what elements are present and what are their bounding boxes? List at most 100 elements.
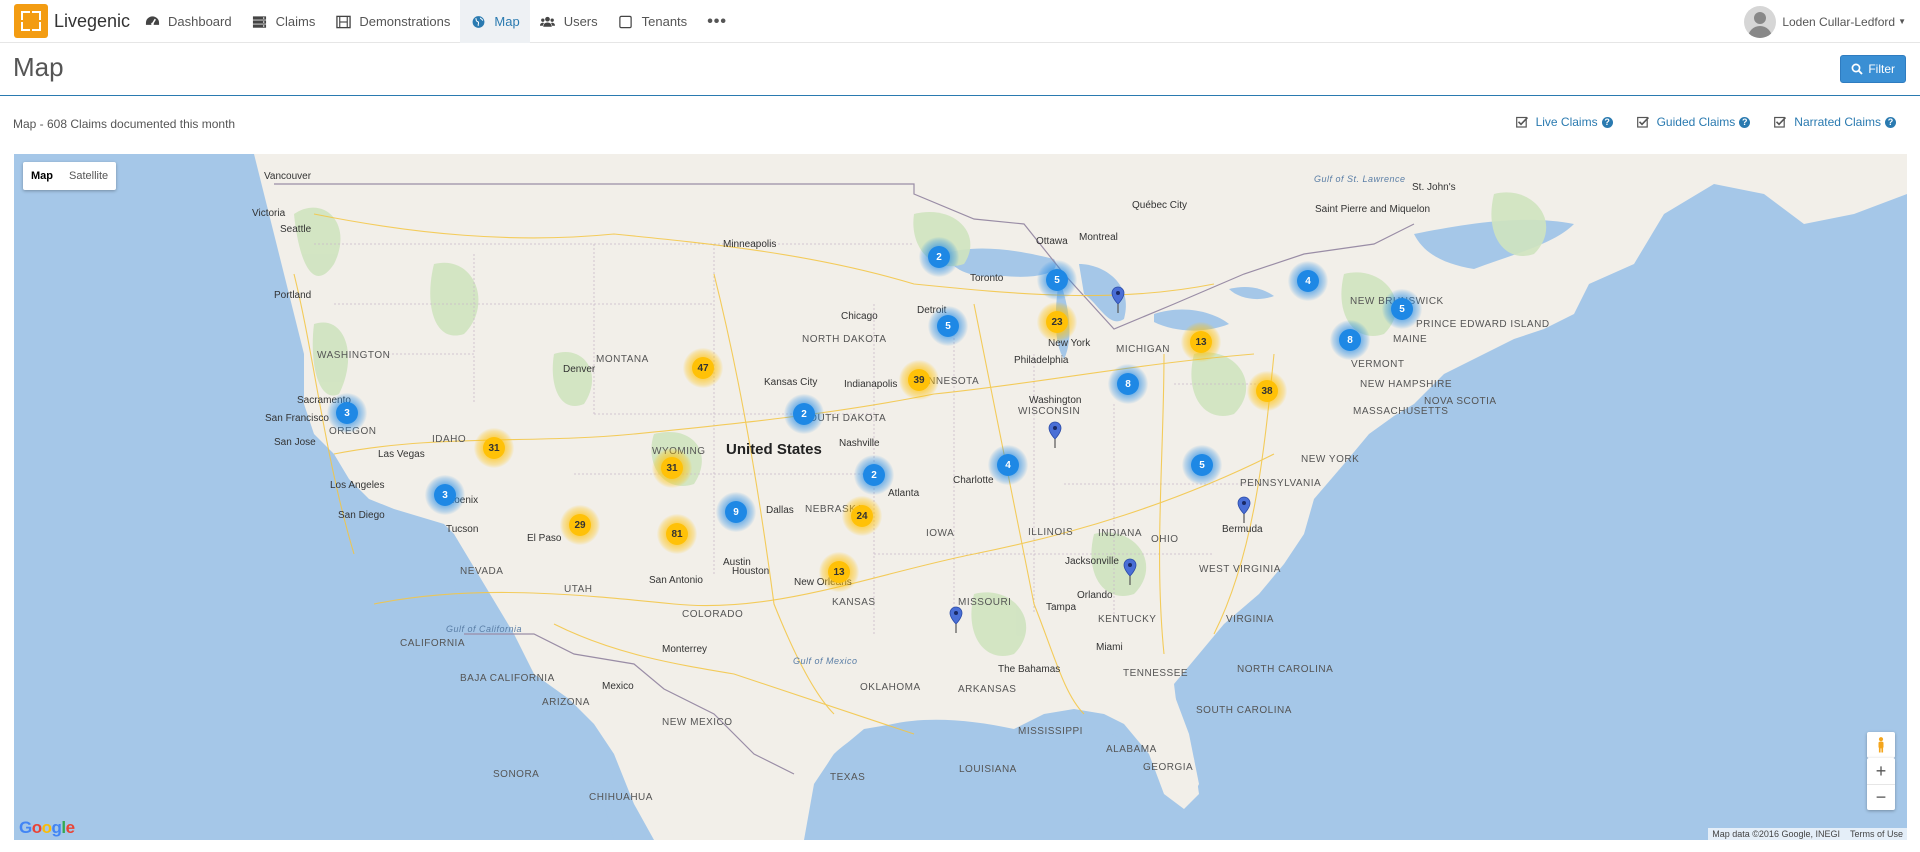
map-cluster-marker[interactable]: 9	[716, 492, 756, 532]
more-icon: •••	[707, 12, 727, 30]
map-cluster-marker[interactable]: 31	[652, 448, 692, 488]
map-water-label: Gulf of Mexico	[793, 656, 858, 666]
claims-map[interactable]: Map Satellite WASHINGTONOREGONIDAHOMONTA…	[14, 154, 1907, 840]
map-city-label: Monterrey	[662, 644, 708, 655]
map-type-control: Map Satellite	[23, 162, 117, 190]
map-data-credit: Map data ©2016 Google, INEGI	[1712, 829, 1840, 839]
map-city-label: Denver	[563, 364, 596, 375]
map-pin-icon[interactable]	[1111, 286, 1125, 314]
checkbox-checked-icon[interactable]	[1774, 116, 1787, 128]
map-cluster-marker[interactable]: 13	[819, 552, 859, 592]
map-region-label: OHIO	[1151, 534, 1179, 545]
film-icon	[335, 15, 351, 29]
map-region-label: KANSAS	[832, 597, 876, 608]
map-cluster-marker[interactable]: 29	[560, 505, 600, 545]
map-pin-icon[interactable]	[1237, 496, 1251, 524]
cluster-count: 23	[1046, 311, 1068, 333]
checkbox-checked-icon[interactable]	[1636, 116, 1649, 128]
cluster-count: 4	[997, 454, 1019, 476]
map-cluster-marker[interactable]: 23	[1037, 302, 1077, 342]
map-cluster-marker[interactable]: 13	[1181, 322, 1221, 362]
map-region-label: SOUTH CAROLINA	[1196, 705, 1292, 716]
map-city-label: Philadelphia	[1014, 355, 1069, 366]
map-cluster-marker[interactable]: 5	[1037, 260, 1077, 300]
map-pin-icon[interactable]	[1123, 558, 1137, 586]
map-region-label: VERMONT	[1351, 359, 1405, 370]
help-icon[interactable]: ?	[1739, 116, 1751, 128]
map-cluster-marker[interactable]: 2	[854, 455, 894, 495]
map-cluster-marker[interactable]: 5	[1382, 289, 1422, 329]
map-region-label: ARIZONA	[542, 697, 590, 708]
map-pin-icon[interactable]	[949, 606, 963, 634]
nav-item-demonstrations[interactable]: Demonstrations	[325, 0, 460, 43]
map-region-label: LOUISIANA	[959, 764, 1017, 775]
server-icon	[252, 15, 268, 29]
filter-label: Filter	[1868, 62, 1895, 76]
top-navbar: Livegenic Dashboard Claims Demonstration…	[0, 0, 1920, 43]
zoom-out-button[interactable]: −	[1867, 784, 1895, 810]
map-cluster-marker[interactable]: 47	[683, 348, 723, 388]
help-icon[interactable]: ?	[1601, 116, 1613, 128]
terms-of-use-link[interactable]: Terms of Use	[1850, 829, 1903, 839]
map-pin-icon[interactable]	[1048, 421, 1062, 449]
map-cluster-marker[interactable]: 5	[928, 306, 968, 346]
nav-more-button[interactable]: •••	[697, 0, 737, 43]
map-region-label: WASHINGTON	[317, 350, 391, 361]
zoom-in-button[interactable]: +	[1867, 758, 1895, 784]
cluster-count: 81	[666, 523, 688, 545]
map-city-label: San Diego	[338, 510, 385, 521]
map-cluster-marker[interactable]: 4	[988, 445, 1028, 485]
map-region-label: ARKANSAS	[958, 684, 1017, 695]
map-city-label: Québec City	[1132, 200, 1188, 211]
map-cluster-marker[interactable]: 4	[1288, 261, 1328, 301]
nav-item-tenants[interactable]: Tenants	[608, 0, 698, 43]
cluster-count: 5	[1191, 454, 1213, 476]
street-view-pegman-icon[interactable]	[1867, 732, 1895, 758]
map-city-label: Saint Pierre and Miquelon	[1315, 204, 1431, 215]
map-cluster-marker[interactable]: 39	[899, 360, 939, 400]
checkbox-checked-icon[interactable]	[1515, 116, 1528, 128]
legend-label: Guided Claims	[1656, 115, 1736, 129]
map-city-label: San Antonio	[649, 575, 703, 586]
cluster-count: 24	[851, 505, 873, 527]
map-city-label: Vancouver	[264, 171, 312, 182]
map-cluster-marker[interactable]: 31	[474, 428, 514, 468]
map-city-label: Tucson	[446, 524, 479, 535]
map-cluster-marker[interactable]: 8	[1330, 320, 1370, 360]
map-cluster-marker[interactable]: 2	[919, 237, 959, 277]
map-cluster-marker[interactable]: 81	[657, 514, 697, 554]
map-cluster-marker[interactable]: 5	[1182, 445, 1222, 485]
nav-item-dashboard[interactable]: Dashboard	[134, 0, 242, 43]
map-cluster-marker[interactable]: 3	[425, 475, 465, 515]
main-nav: Dashboard Claims Demonstrations Map User…	[134, 0, 737, 43]
cluster-count: 31	[483, 437, 505, 459]
map-region-label: NORTH DAKOTA	[802, 334, 887, 345]
map-region-label: WEST VIRGINIA	[1199, 564, 1281, 575]
map-cluster-marker[interactable]: 38	[1247, 371, 1287, 411]
map-cluster-marker[interactable]: 2	[784, 394, 824, 434]
dashboard-icon	[144, 15, 160, 29]
legend-live-claims[interactable]: Live Claims ?	[1515, 115, 1613, 129]
brand[interactable]: Livegenic	[14, 4, 130, 38]
help-icon[interactable]: ?	[1885, 116, 1896, 128]
filter-button[interactable]: Filter	[1840, 55, 1906, 83]
map-type-satellite-button[interactable]: Satellite	[61, 162, 116, 190]
map-cluster-marker[interactable]: 24	[842, 496, 882, 536]
map-cluster-marker[interactable]: 8	[1108, 364, 1148, 404]
map-city-label: El Paso	[527, 533, 562, 544]
map-cluster-marker[interactable]: 3	[327, 393, 367, 433]
nav-item-claims[interactable]: Claims	[242, 0, 326, 43]
globe-icon	[470, 15, 486, 29]
google-logo: Google	[19, 818, 75, 837]
map-city-label: Los Angeles	[330, 480, 385, 491]
legend-narrated-claims[interactable]: Narrated Claims ?	[1774, 115, 1896, 129]
cluster-count: 3	[434, 484, 456, 506]
cluster-count: 31	[661, 457, 683, 479]
nav-item-map[interactable]: Map	[460, 0, 530, 43]
nav-item-users[interactable]: Users	[530, 0, 608, 43]
legend-guided-claims[interactable]: Guided Claims ?	[1636, 115, 1751, 129]
user-menu[interactable]: Loden Cullar-Ledford ▼	[1744, 3, 1906, 40]
map-city-label: Nashville	[839, 438, 880, 449]
map-type-map-button[interactable]: Map	[23, 162, 61, 190]
cluster-count: 3	[336, 402, 358, 424]
